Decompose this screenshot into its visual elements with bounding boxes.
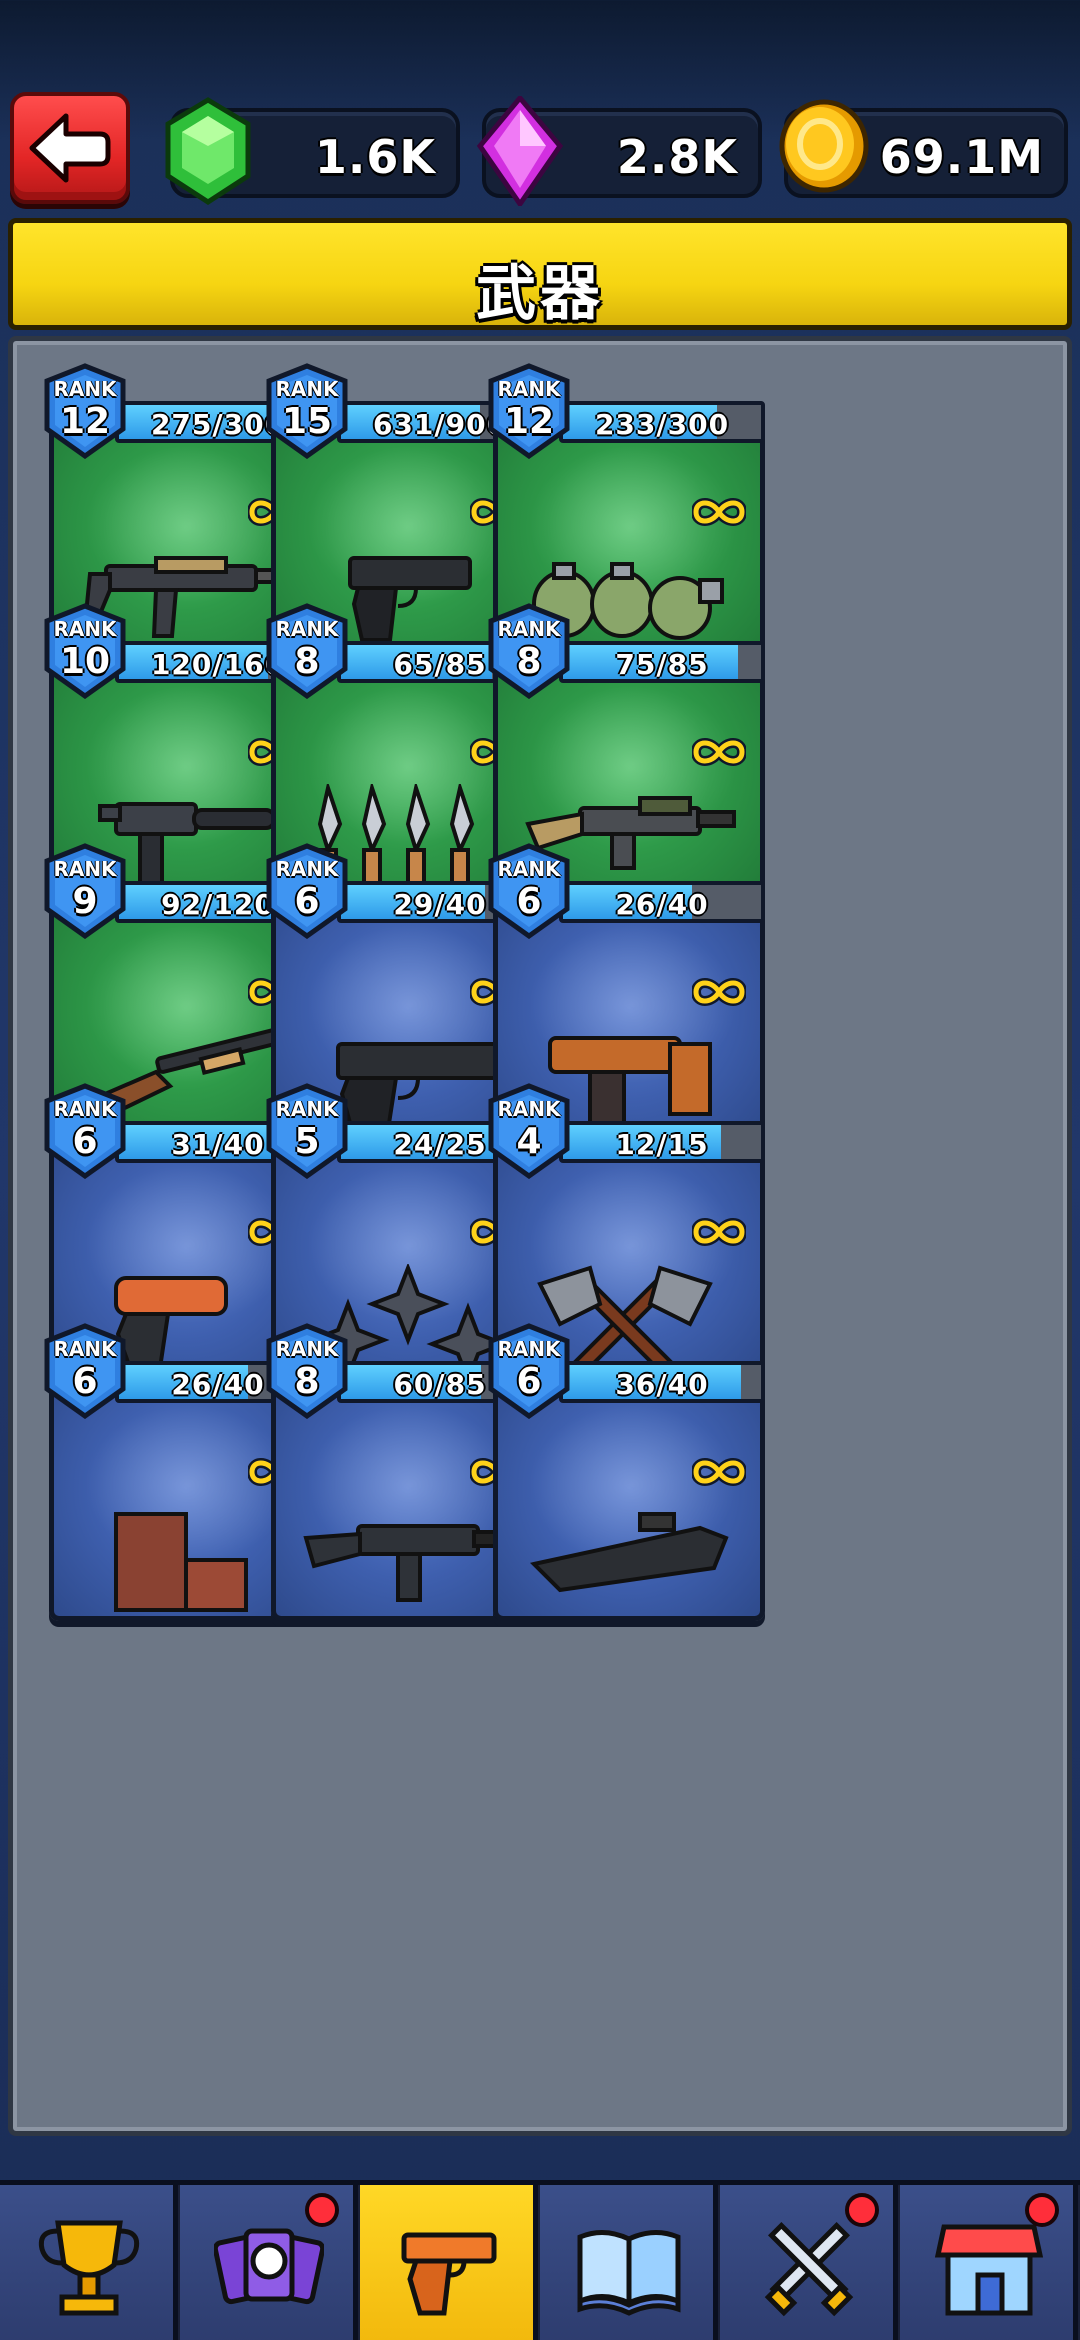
coin-counter[interactable]: 69.1M: [779, 99, 1068, 198]
progress-text: 75/85: [615, 648, 709, 681]
rank-number: 12: [503, 401, 555, 442]
gold-coin-icon: [779, 99, 869, 193]
weapon-name-bar: G36: [300, 1616, 516, 1621]
rank-label: RANK: [53, 617, 117, 641]
green-gem-icon: [165, 97, 251, 205]
p90-icon: [520, 1504, 740, 1608]
rank-number: 6: [72, 1121, 98, 1162]
rank-label: RANK: [53, 1097, 117, 1121]
notification-badge: [1025, 2193, 1059, 2227]
rank-badge: RANK 6: [487, 843, 571, 939]
infinity-icon: [692, 738, 746, 766]
back-arrow-icon: [29, 113, 111, 183]
nav-tab-crossed-swords[interactable]: [720, 2185, 898, 2340]
progress-text: 233/300: [594, 408, 730, 441]
progress-text: 12/15: [615, 1128, 709, 1161]
rank-badge: RANK 4: [487, 1083, 571, 1179]
rank-label: RANK: [275, 617, 339, 641]
rank-badge: RANK 12: [487, 363, 571, 459]
rank-label: RANK: [275, 857, 339, 881]
gem-counter[interactable]: 1.6K: [165, 97, 460, 205]
rank-label: RANK: [275, 1097, 339, 1121]
rank-label: RANK: [497, 857, 561, 881]
rank-badge: RANK 6: [43, 1323, 127, 1419]
rank-number: 12: [59, 401, 111, 442]
rank-label: RANK: [53, 1337, 117, 1361]
rank-number: 6: [516, 1361, 542, 1402]
infinity-icon: [692, 1458, 746, 1486]
rank-badge: RANK 5: [265, 1083, 349, 1179]
rank-number: 4: [516, 1121, 542, 1162]
rank-label: RANK: [53, 377, 117, 401]
notification-badge: [305, 2193, 339, 2227]
rank-label: RANK: [497, 617, 561, 641]
rank-label: RANK: [275, 1337, 339, 1361]
upgrade-progress-bar: 233/300: [559, 401, 765, 443]
rank-number: 6: [294, 881, 320, 922]
title-banner: 武器: [8, 218, 1072, 330]
rank-badge: RANK 8: [265, 603, 349, 699]
weapon-card[interactable]: P90 36/40 RANK 6: [487, 1323, 765, 1621]
rank-label: RANK: [497, 1097, 561, 1121]
coin-value: 69.1M: [879, 130, 1044, 184]
rank-number: 5: [294, 1121, 320, 1162]
rank-number: 8: [294, 641, 320, 682]
bottom-nav: [0, 2180, 1080, 2340]
rank-badge: RANK 6: [43, 1083, 127, 1179]
purple-crystal-icon: [476, 96, 564, 206]
rank-label: RANK: [497, 1337, 561, 1361]
rank-label: RANK: [497, 377, 561, 401]
rank-number: 8: [294, 1361, 320, 1402]
nav-tab-shop[interactable]: [900, 2185, 1078, 2340]
brick-icon: [76, 1504, 276, 1616]
notification-badge: [845, 2193, 879, 2227]
rank-number: 6: [72, 1361, 98, 1402]
rank-label: RANK: [275, 377, 339, 401]
upgrade-progress-bar: 26/40: [559, 881, 765, 923]
rank-number: 15: [281, 401, 333, 442]
infinity-icon: [692, 498, 746, 526]
g36-icon: [298, 1504, 518, 1616]
gem-value: 1.6K: [314, 130, 436, 184]
weapon-name-bar: 砖块: [78, 1616, 294, 1621]
page-title: 武器: [476, 259, 604, 329]
nav-tab-book[interactable]: [540, 2185, 718, 2340]
weapon-grid: 能量手枪 275/300 RANK 12 Glock 631/900 RANK …: [8, 336, 1072, 2136]
rank-badge: RANK 10: [43, 603, 127, 699]
rank-badge: RANK 12: [43, 363, 127, 459]
top-bar: 1.6K 2.8K 69.1M: [0, 0, 1080, 215]
weapon-name-bar: P90: [522, 1616, 738, 1621]
rank-badge: RANK 15: [265, 363, 349, 459]
rank-number: 8: [516, 641, 542, 682]
rank-badge: RANK 9: [43, 843, 127, 939]
rank-badge: RANK 6: [265, 843, 349, 939]
upgrade-progress-bar: 75/85: [559, 641, 765, 683]
upgrade-progress-bar: 12/15: [559, 1121, 765, 1163]
rank-badge: RANK 8: [265, 1323, 349, 1419]
progress-text: 26/40: [615, 888, 709, 921]
nav-tab-pistol[interactable]: [360, 2185, 538, 2340]
rank-label: RANK: [53, 857, 117, 881]
rank-badge: RANK 8: [487, 603, 571, 699]
upgrade-progress-bar: 36/40: [559, 1361, 765, 1403]
crystal-value: 2.8K: [616, 130, 738, 184]
nav-tab-character-cards[interactable]: [180, 2185, 358, 2340]
rank-badge: RANK 6: [487, 1323, 571, 1419]
rank-number: 10: [59, 641, 111, 682]
back-button[interactable]: [10, 92, 130, 204]
progress-text: 36/40: [615, 1368, 709, 1401]
infinity-icon: [692, 978, 746, 1006]
infinity-icon: [692, 1218, 746, 1246]
rank-number: 9: [72, 881, 98, 922]
nav-tab-trophy[interactable]: [0, 2185, 178, 2340]
crystal-counter[interactable]: 2.8K: [476, 96, 762, 206]
rank-number: 6: [516, 881, 542, 922]
